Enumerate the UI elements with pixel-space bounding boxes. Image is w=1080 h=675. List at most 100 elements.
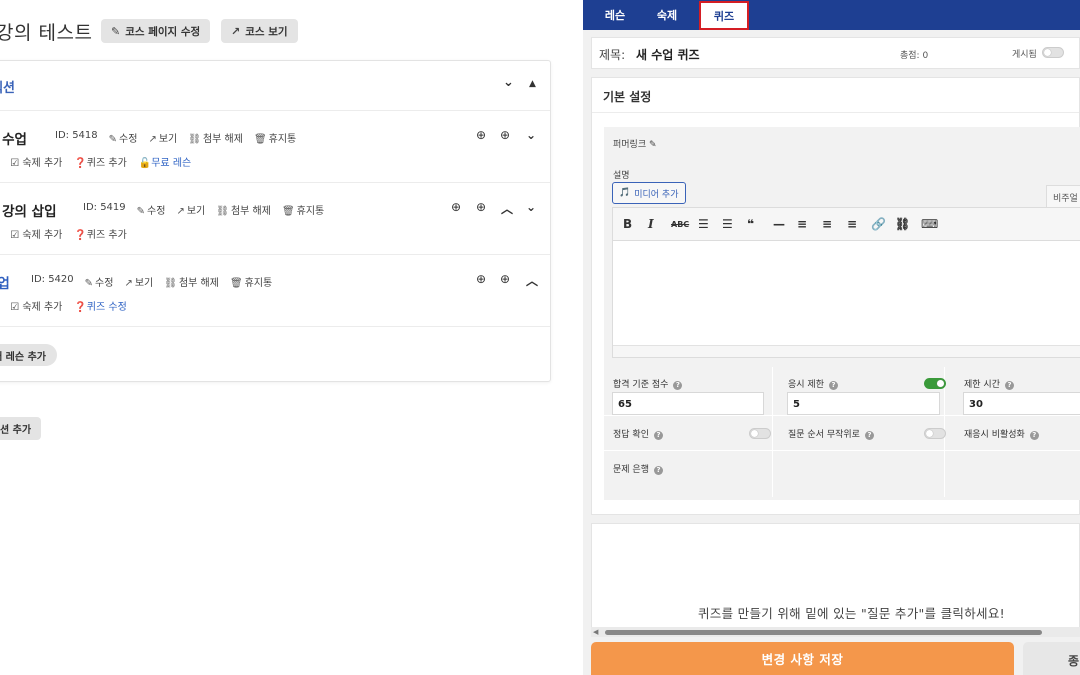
help-icon[interactable]: ? — [653, 466, 663, 475]
move-down-icon[interactable]: ⊕ — [500, 272, 510, 286]
empty-quiz-message: 퀴즈를 만들기 위해 밑에 있는 "질문 추가"를 클릭하세요! — [698, 606, 1005, 621]
edit-course-page-button[interactable]: ✎ 코스 페이지 수정 — [101, 19, 211, 43]
move-up-icon[interactable]: ⊕ — [476, 128, 486, 142]
quiz-editor-pane: 레슨 숙제 퀴즈 제목: 새 수업 퀴즈 총점: 0 게시됨 기본 설정 퍼머링… — [583, 0, 1080, 675]
move-down-icon[interactable]: ⊕ — [500, 128, 510, 142]
align-right-icon[interactable]: ≡ — [847, 217, 857, 231]
blockquote-icon[interactable]: ❝ — [747, 217, 754, 231]
help-icon[interactable]: ? — [828, 381, 838, 390]
published-toggle[interactable] — [1042, 47, 1064, 58]
lesson-row: 상 수업 ID: 5418 ✎수정 ↗보기 ⛓첨부 해제 🗑휴지통 정 ☑ 숙제… — [0, 111, 550, 183]
add-assignment-link[interactable]: ☑ 숙제 추가 — [10, 226, 62, 241]
check-answer-label: 정답 확인? — [613, 427, 663, 440]
align-left-icon[interactable]: ≡ — [797, 217, 807, 231]
strikethrough-icon[interactable]: ABC — [671, 220, 689, 229]
permalink-row[interactable]: 퍼머링크 ✎ — [613, 137, 657, 150]
published-toggle-group: 게시됨 — [1012, 47, 1064, 60]
visual-editor-tab[interactable]: 비주얼 — [1046, 185, 1080, 207]
link-icon[interactable]: 🔗 — [871, 217, 886, 231]
help-icon[interactable]: ? — [864, 431, 874, 440]
attempt-limit-label: 응시 제한? — [788, 377, 838, 390]
chevron-down-icon[interactable]: ⌄ — [503, 75, 514, 90]
pass-score-label: 합격 기준 점수? — [613, 377, 683, 390]
move-up-icon[interactable]: ⊕ — [451, 200, 461, 214]
numbered-list-icon[interactable]: ☰ — [722, 217, 733, 231]
divider — [604, 415, 1080, 416]
attempt-limit-input[interactable]: 5 — [787, 392, 940, 415]
tab-lesson[interactable]: 레슨 — [597, 0, 633, 30]
horizontal-scrollbar[interactable]: ◀ — [591, 627, 1080, 637]
italic-icon[interactable]: I — [648, 217, 654, 231]
move-down-icon[interactable]: ⊕ — [476, 200, 486, 214]
section-name: 섹션 — [0, 81, 15, 96]
lesson-edit-link[interactable]: ✎ 수정 — [109, 130, 138, 145]
check-answer-toggle[interactable] — [749, 428, 771, 439]
lesson-view-link[interactable]: ↗ 보기 — [148, 130, 177, 145]
lesson-trash-link[interactable]: 🗑 휴지통 — [230, 274, 272, 289]
add-quiz-link[interactable]: ❓퀴즈 추가 — [74, 226, 126, 241]
keyboard-icon[interactable]: ⌨ — [921, 217, 938, 231]
published-label: 게시됨 — [1012, 50, 1037, 60]
basic-settings-title: 기본 설정 — [603, 90, 652, 104]
pencil-icon[interactable]: ✎ — [649, 140, 657, 150]
lesson-sub-actions: 정 ☑ 숙제 추가 ❓퀴즈 추가 🔓무료 레슨 — [0, 154, 191, 169]
lesson-edit-link[interactable]: ✎ 수정 — [85, 274, 114, 289]
view-course-button[interactable]: ↗ 코스 보기 — [221, 19, 298, 43]
help-icon[interactable]: ? — [673, 381, 683, 390]
lesson-row: 수업 ID: 5420 ✎수정 ↗보기 ⛓첨부 해제 🗑휴지통 정 ☑ 숙제 추… — [0, 255, 550, 327]
lesson-edit-link[interactable]: ✎ 수정 — [137, 202, 166, 217]
lesson-view-link[interactable]: ↗ 보기 — [176, 202, 205, 217]
bold-icon[interactable]: B — [623, 217, 632, 231]
edit-quiz-link[interactable]: ❓퀴즈 수정 — [74, 298, 126, 313]
total-score: 총점: 0 — [900, 51, 929, 61]
align-center-icon[interactable]: ≡ — [822, 217, 832, 231]
lesson-trash-link[interactable]: 🗑 휴지통 — [282, 202, 324, 217]
chevron-down-icon[interactable]: ⌄ — [526, 128, 536, 142]
lesson-trash-link[interactable]: 🗑 휴지통 — [254, 130, 296, 145]
divider — [604, 450, 1080, 451]
add-assignment-link[interactable]: ☑ 숙제 추가 — [10, 298, 62, 313]
unlink-icon[interactable]: ⛓ — [895, 217, 910, 231]
save-changes-button[interactable]: 변경 사항 저장 — [591, 642, 1014, 675]
scrollbar-thumb[interactable] — [605, 630, 1042, 635]
bullet-list-icon[interactable]: ☰ — [698, 217, 709, 231]
add-quiz-link[interactable]: ❓퀴즈 추가 — [74, 154, 126, 169]
disable-retake-label: 재응시 비활성화? — [964, 427, 1039, 440]
lesson-actions: ID: 5418 ✎ 수정 ↗ 보기 ⛓ 첨부 해제 🗑 휴지통 — [55, 130, 296, 145]
tab-assignment[interactable]: 숙제 — [649, 0, 685, 30]
help-icon[interactable]: ? — [1029, 431, 1039, 440]
scroll-left-icon[interactable]: ◀ — [593, 628, 598, 636]
lesson-detach-link[interactable]: ⛓ 첨부 해제 — [216, 202, 271, 217]
add-lesson-button[interactable]: 새 레슨 추가 — [0, 344, 57, 366]
horizontal-rule-icon[interactable]: — — [773, 217, 785, 231]
lesson-title[interactable]: 상 수업 — [0, 128, 27, 148]
add-assignment-link[interactable]: ☑ 숙제 추가 — [10, 154, 62, 169]
add-section-button[interactable]: 션 추가 — [0, 417, 42, 440]
lesson-id: ID: 5420 — [31, 274, 74, 285]
tab-quiz[interactable]: 퀴즈 — [699, 1, 749, 30]
quiz-title-input[interactable]: 새 수업 퀴즈 — [636, 46, 700, 63]
chevron-up-icon[interactable]: ︿ — [526, 272, 538, 289]
help-icon[interactable]: ? — [653, 431, 663, 440]
pass-score-input[interactable]: 65 — [612, 392, 764, 415]
random-order-toggle[interactable] — [924, 428, 946, 439]
chevron-up-icon[interactable]: ︿ — [501, 200, 513, 217]
close-button[interactable]: 종 — [1023, 642, 1080, 675]
section-header[interactable]: 섹션 ⌄ ▲ — [0, 61, 550, 111]
add-media-button[interactable]: 🎵 미디어 추가 — [612, 182, 687, 204]
attempt-limit-toggle[interactable] — [924, 378, 946, 389]
help-icon[interactable]: ? — [1004, 381, 1014, 390]
lesson-title[interactable]: 수업 — [0, 272, 10, 292]
lesson-detach-link[interactable]: ⛓ 첨부 해제 — [188, 130, 243, 145]
course-title: 강의 테스트 — [0, 22, 93, 44]
move-up-icon[interactable]: ⊕ — [476, 272, 486, 286]
editor-toolbar: B I ABC ☰ ☰ ❝ — ≡ ≡ ≡ 🔗 ⛓ ⌨ — [613, 208, 1080, 241]
free-lesson-link[interactable]: 🔓무료 레슨 — [139, 154, 191, 169]
description-editor[interactable]: B I ABC ☰ ☰ ❝ — ≡ ≡ ≡ 🔗 ⛓ ⌨ — [612, 207, 1080, 358]
lesson-title[interactable]: 상 강의 삽입 — [0, 200, 57, 220]
lesson-view-link[interactable]: ↗ 보기 — [124, 274, 153, 289]
time-limit-input[interactable]: 30 — [963, 392, 1080, 415]
chevron-down-icon[interactable]: ⌄ — [526, 200, 536, 214]
lesson-detach-link[interactable]: ⛓ 첨부 해제 — [164, 274, 219, 289]
collapse-arrow-icon[interactable]: ▲ — [529, 79, 536, 89]
